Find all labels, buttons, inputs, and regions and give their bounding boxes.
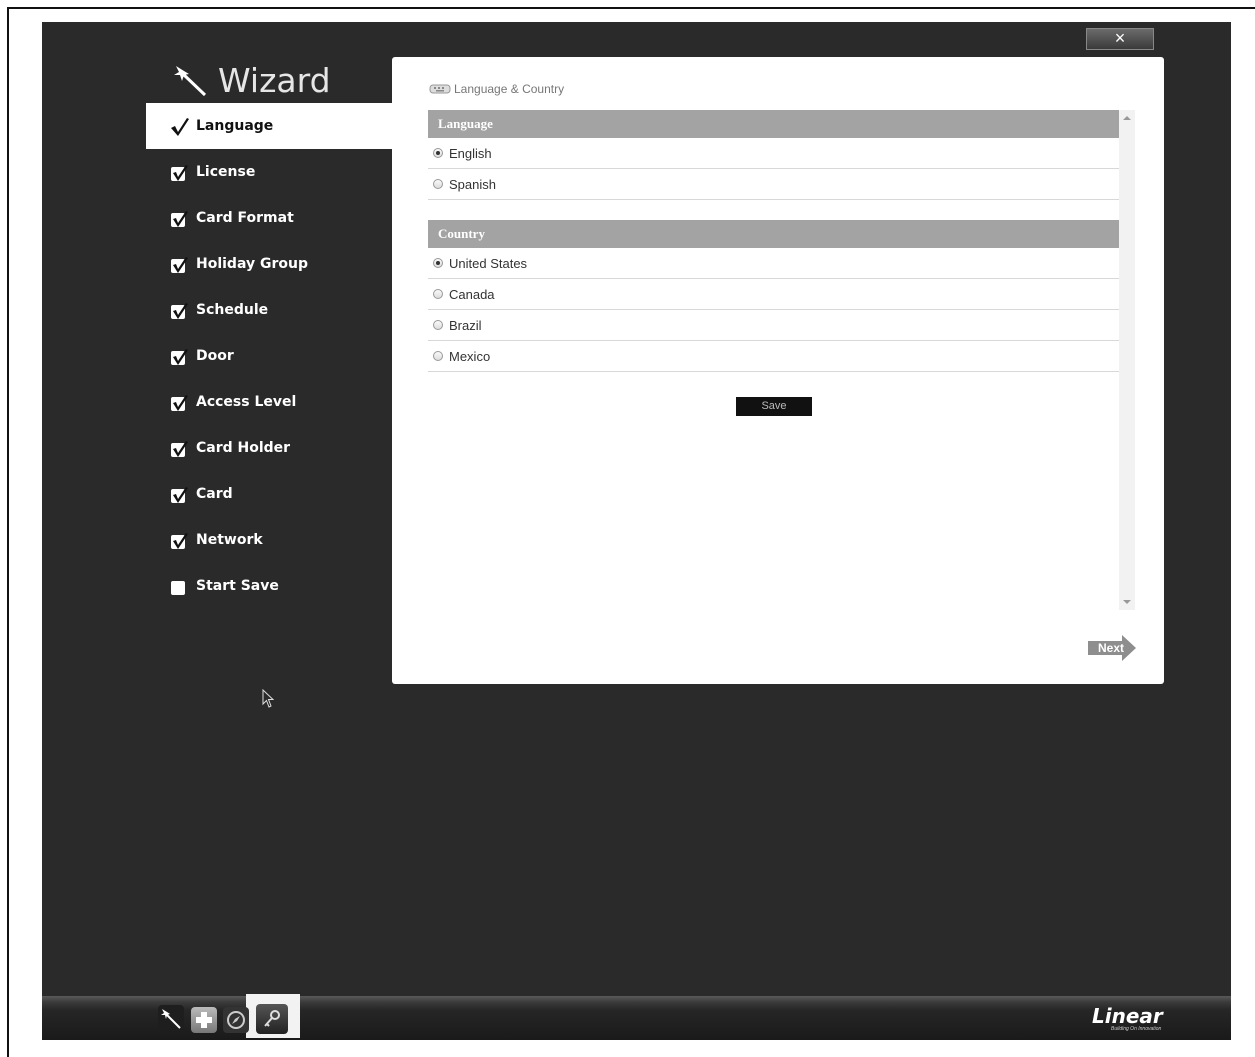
wizard-step-label: Start Save — [196, 578, 279, 594]
wizard-step-label: License — [196, 164, 256, 180]
wizard-step-label: Language — [196, 118, 274, 134]
country-options: United States Canada Brazil Mexico — [428, 248, 1119, 372]
logo-tagline: Building On Innovation — [1111, 1026, 1162, 1032]
radio-button[interactable] — [433, 289, 443, 299]
wizard-step-label: Schedule — [196, 302, 269, 318]
wizard-step-card-format[interactable]: Card Format — [146, 195, 392, 241]
checkmark-icon — [170, 439, 188, 457]
country-header: Country — [428, 220, 1119, 248]
scroll-down-arrow-icon[interactable] — [1123, 600, 1131, 604]
mouse-cursor-icon — [262, 689, 275, 708]
checkmark-icon — [170, 347, 188, 365]
language-option-english[interactable]: English — [428, 138, 1119, 169]
wizard-step-door[interactable]: Door — [146, 333, 392, 379]
magic-wand-icon — [174, 66, 207, 97]
wizard-step-network[interactable]: Network — [146, 517, 392, 563]
wand-icon[interactable] — [158, 1005, 184, 1031]
country-option-canada[interactable]: Canada — [428, 279, 1119, 310]
option-label: English — [449, 145, 492, 161]
wizard-step-label: Card Format — [196, 210, 294, 226]
wizard-step-access-level[interactable]: Access Level — [146, 379, 392, 425]
breadcrumb-label: Language & Country — [454, 82, 565, 96]
radio-button[interactable] — [433, 320, 443, 330]
wizard-step-schedule[interactable]: Schedule — [146, 287, 392, 333]
wizard-steps: Language License Card Format Holiday Group S… — [146, 103, 392, 609]
wizard-step-holiday-group[interactable]: Holiday Group — [146, 241, 392, 287]
save-button[interactable]: Save — [736, 397, 812, 416]
wizard-step-language[interactable]: Language — [146, 103, 392, 149]
checkmark-icon — [170, 255, 188, 273]
wizard-step-license[interactable]: License — [146, 149, 392, 195]
keyboard-icon — [429, 84, 451, 94]
language-header: Language — [428, 110, 1119, 138]
country-option-brazil[interactable]: Brazil — [428, 310, 1119, 341]
country-option-mexico[interactable]: Mexico — [428, 341, 1119, 372]
wizard-step-label: Holiday Group — [196, 256, 308, 272]
checkmark-icon — [170, 485, 188, 503]
wizard-header: Wizard — [172, 58, 331, 102]
option-label: United States — [449, 255, 528, 271]
option-label: Mexico — [449, 348, 491, 364]
wizard-step-card-holder[interactable]: Card Holder — [146, 425, 392, 471]
wizard-step-card[interactable]: Card — [146, 471, 392, 517]
close-button[interactable]: × — [1086, 28, 1154, 50]
option-label: Spanish — [449, 176, 496, 192]
checkmark-icon — [170, 163, 188, 181]
settings-content: Language English Spanish Country United S… — [428, 110, 1119, 372]
checkmark-icon — [170, 531, 188, 549]
content-panel: Language & Country Language English Spani… — [392, 57, 1164, 684]
checkmark-icon — [170, 301, 188, 319]
wizard-step-label: Door — [196, 348, 234, 364]
compass-icon[interactable] — [223, 1007, 249, 1033]
wizard-step-label: Card Holder — [196, 440, 291, 456]
checkmark-icon — [170, 209, 188, 227]
option-label: Canada — [449, 286, 495, 302]
plus-icon[interactable] — [191, 1007, 217, 1033]
breadcrumb: Language & Country — [429, 82, 564, 96]
wizard-step-start-save[interactable]: Start Save — [146, 563, 392, 609]
radio-button[interactable] — [433, 148, 443, 158]
vertical-scrollbar[interactable] — [1119, 110, 1135, 610]
radio-button[interactable] — [433, 258, 443, 268]
next-button[interactable]: Next — [1098, 641, 1124, 655]
language-option-spanish[interactable]: Spanish — [428, 169, 1119, 200]
checkmark-icon — [170, 393, 188, 411]
wizard-step-label: Access Level — [196, 394, 297, 410]
radio-button[interactable] — [433, 179, 443, 189]
scroll-up-arrow-icon[interactable] — [1123, 116, 1131, 120]
country-option-united-states[interactable]: United States — [428, 248, 1119, 279]
wizard-step-label: Network — [196, 532, 263, 548]
linear-logo: Linear — [1092, 1004, 1163, 1028]
wizard-step-label: Card — [196, 486, 233, 502]
option-label: Brazil — [449, 317, 482, 333]
checkmark-icon — [170, 117, 189, 136]
key-icon[interactable] — [256, 1004, 288, 1034]
language-options: English Spanish — [428, 138, 1119, 200]
empty-checkbox-icon — [170, 577, 188, 595]
wizard-title: Wizard — [218, 60, 331, 100]
radio-button[interactable] — [433, 351, 443, 361]
taskbar — [42, 996, 1231, 1040]
